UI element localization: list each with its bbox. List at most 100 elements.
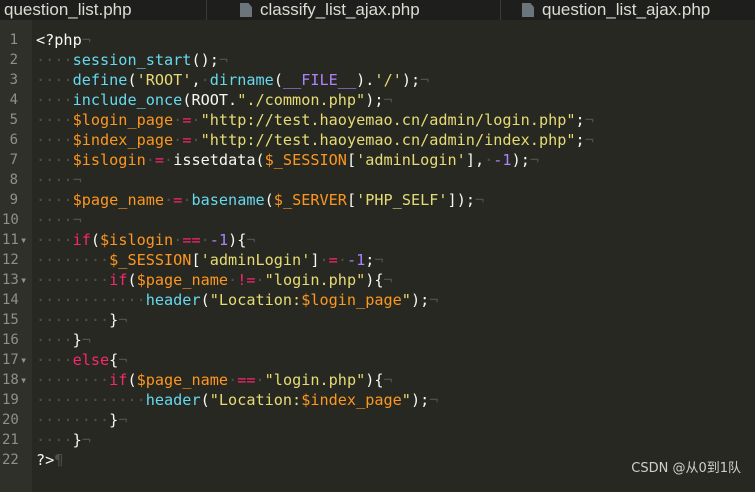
token-ws: ¬ — [81, 331, 91, 349]
token-plain: ] — [310, 251, 320, 269]
token-ws: ···· — [36, 351, 73, 369]
code-line[interactable]: 16 ····}¬ — [0, 330, 755, 350]
token-plain: ){ — [365, 271, 384, 289]
code-line[interactable]: 12 ········$_SESSION['adminLogin']·=·-1;¬ — [0, 250, 755, 270]
fold-arrow-icon[interactable]: ▾ — [20, 370, 28, 390]
line-number: 3 — [9, 72, 18, 88]
code-line[interactable]: 15 ········}¬ — [0, 310, 755, 330]
code-line[interactable]: 1 <?php¬ — [0, 30, 755, 50]
watermark: CSDN @从0到1队 — [631, 461, 741, 476]
code-line[interactable]: 18 ▾ ········if($page_name·==·"login.php")… — [0, 370, 755, 390]
token-ws: ····¬ — [36, 171, 82, 189]
code-line[interactable]: 7 ····$islogin·=·issetdata($_SESSION['adm… — [0, 150, 755, 170]
code-text: ?>¶ — [36, 450, 63, 470]
token-ws: ¬ — [118, 311, 128, 329]
token-ws: · — [484, 151, 494, 169]
token-ws: ¬ — [529, 151, 540, 169]
code-line[interactable]: 3 ····define('ROOT',·dirname(__FILE__).'/… — [0, 70, 755, 90]
fold-arrow-icon[interactable]: ▾ — [20, 270, 28, 290]
code-line[interactable]: 21 ····}¬ — [0, 430, 755, 450]
code-line[interactable]: 14 ············header("Location:$login_pa… — [0, 290, 755, 310]
token-plain: { — [109, 351, 119, 369]
tab-label: question_list.php — [4, 0, 132, 19]
code-text: ········}¬ — [36, 410, 127, 430]
line-number: 1 — [9, 32, 18, 48]
code-line[interactable]: 9 ····$page_name·=·basename($_SERVER['PHP… — [0, 190, 755, 210]
file-icon — [240, 3, 252, 17]
token-plain: ( — [200, 291, 210, 309]
token-plain: } — [72, 331, 82, 349]
token-plain: ); — [410, 291, 430, 309]
token-str: "./common.php" — [237, 91, 366, 109]
token-ws: ¬ — [420, 71, 430, 89]
line-number: 18 — [2, 372, 19, 388]
token-plain: ); — [511, 151, 530, 169]
token-fn: header — [145, 391, 201, 409]
token-ws: · — [173, 131, 183, 149]
token-var: $index_page — [72, 131, 174, 149]
token-ws: ¬ — [429, 291, 439, 309]
token-ws: · — [200, 71, 210, 89]
token-plain: ){ — [365, 371, 384, 389]
token-var: $islogin — [100, 231, 174, 249]
token-ws: · — [319, 251, 329, 269]
line-number: 10 — [2, 212, 19, 228]
token-plain: [ — [191, 251, 201, 269]
token-ws: · — [191, 131, 201, 149]
code-line[interactable]: 11 ▾ ····if($islogin·==·-1){¬ — [0, 230, 755, 250]
line-number: 19 — [2, 392, 19, 408]
token-fn: basename — [191, 191, 265, 209]
token-kw: if — [109, 271, 128, 289]
code-line[interactable]: 5 ····$login_page·=·"http://test.haoyemao… — [0, 110, 755, 130]
code-line[interactable]: 6 ····$index_page·=·"http://test.haoyemao… — [0, 130, 755, 150]
code-line[interactable]: 13 ▾ ········if($page_name·!=·"login.php")… — [0, 270, 755, 290]
token-ws: · — [173, 111, 183, 129]
token-str: "Location: — [209, 391, 302, 409]
token-ws: ···· — [36, 331, 73, 349]
code-line[interactable]: 10 ····¬ — [0, 210, 755, 230]
token-kw: = — [173, 191, 183, 209]
code-text: ····session_start();¬ — [36, 50, 228, 70]
code-text: ····$page_name·=·basename($_SERVER['PHP_… — [36, 190, 484, 210]
code-line[interactable]: 19 ············header("Location:$index_pa… — [0, 390, 755, 410]
token-str: " — [401, 291, 411, 309]
tab-divider — [500, 0, 501, 20]
token-ws: ········ — [36, 271, 110, 289]
line-number: 17 — [2, 352, 19, 368]
token-fn: define — [72, 71, 128, 89]
token-tag: <?php — [36, 31, 82, 49]
token-var: $login_page — [72, 111, 174, 129]
token-ws: ¬ — [584, 111, 594, 129]
code-line[interactable]: 2 ····session_start();¬ — [0, 50, 755, 70]
token-plain: ], — [465, 151, 485, 169]
token-kw: if — [72, 231, 91, 249]
token-num: -1 — [346, 251, 366, 269]
token-fn: header — [145, 291, 201, 309]
token-ws: ···· — [36, 51, 73, 69]
token-var: $islogin — [72, 151, 146, 169]
fold-arrow-icon[interactable]: ▾ — [20, 230, 28, 250]
token-ws: ¬ — [374, 251, 384, 269]
code-line[interactable]: 4 ····include_once(ROOT."./common.php");¬ — [0, 90, 755, 110]
token-ws: ¬ — [383, 271, 393, 289]
token-ws: · — [337, 251, 347, 269]
token-str: 'adminLogin' — [200, 251, 311, 269]
token-ws: · — [255, 271, 265, 289]
token-ws: ············ — [36, 291, 146, 309]
code-line[interactable]: 20 ········}¬ — [0, 410, 755, 430]
tab-question-list[interactable]: question_list.php — [4, 0, 132, 20]
fold-arrow-icon[interactable]: ▾ — [20, 350, 28, 370]
code-line[interactable]: 17 ▾ ····else{¬ — [0, 350, 755, 370]
token-plain: ( — [200, 391, 210, 409]
code-text: ········}¬ — [36, 310, 127, 330]
token-ws: · — [164, 191, 174, 209]
tab-question-list-ajax[interactable]: question_list_ajax.php — [522, 0, 710, 20]
token-ws: ¬ — [81, 31, 91, 49]
tab-label: question_list_ajax.php — [542, 0, 711, 19]
token-ws: ¬ — [218, 51, 229, 69]
code-editor[interactable]: 1 <?php¬ 2 ····session_start();¬ 3 ····define… — [0, 30, 755, 470]
tab-classify-list-ajax[interactable]: classify_list_ajax.php — [240, 0, 420, 20]
token-ws: ···· — [36, 431, 73, 449]
code-line[interactable]: 8 ····¬ — [0, 170, 755, 190]
token-plain: ); — [401, 71, 421, 89]
